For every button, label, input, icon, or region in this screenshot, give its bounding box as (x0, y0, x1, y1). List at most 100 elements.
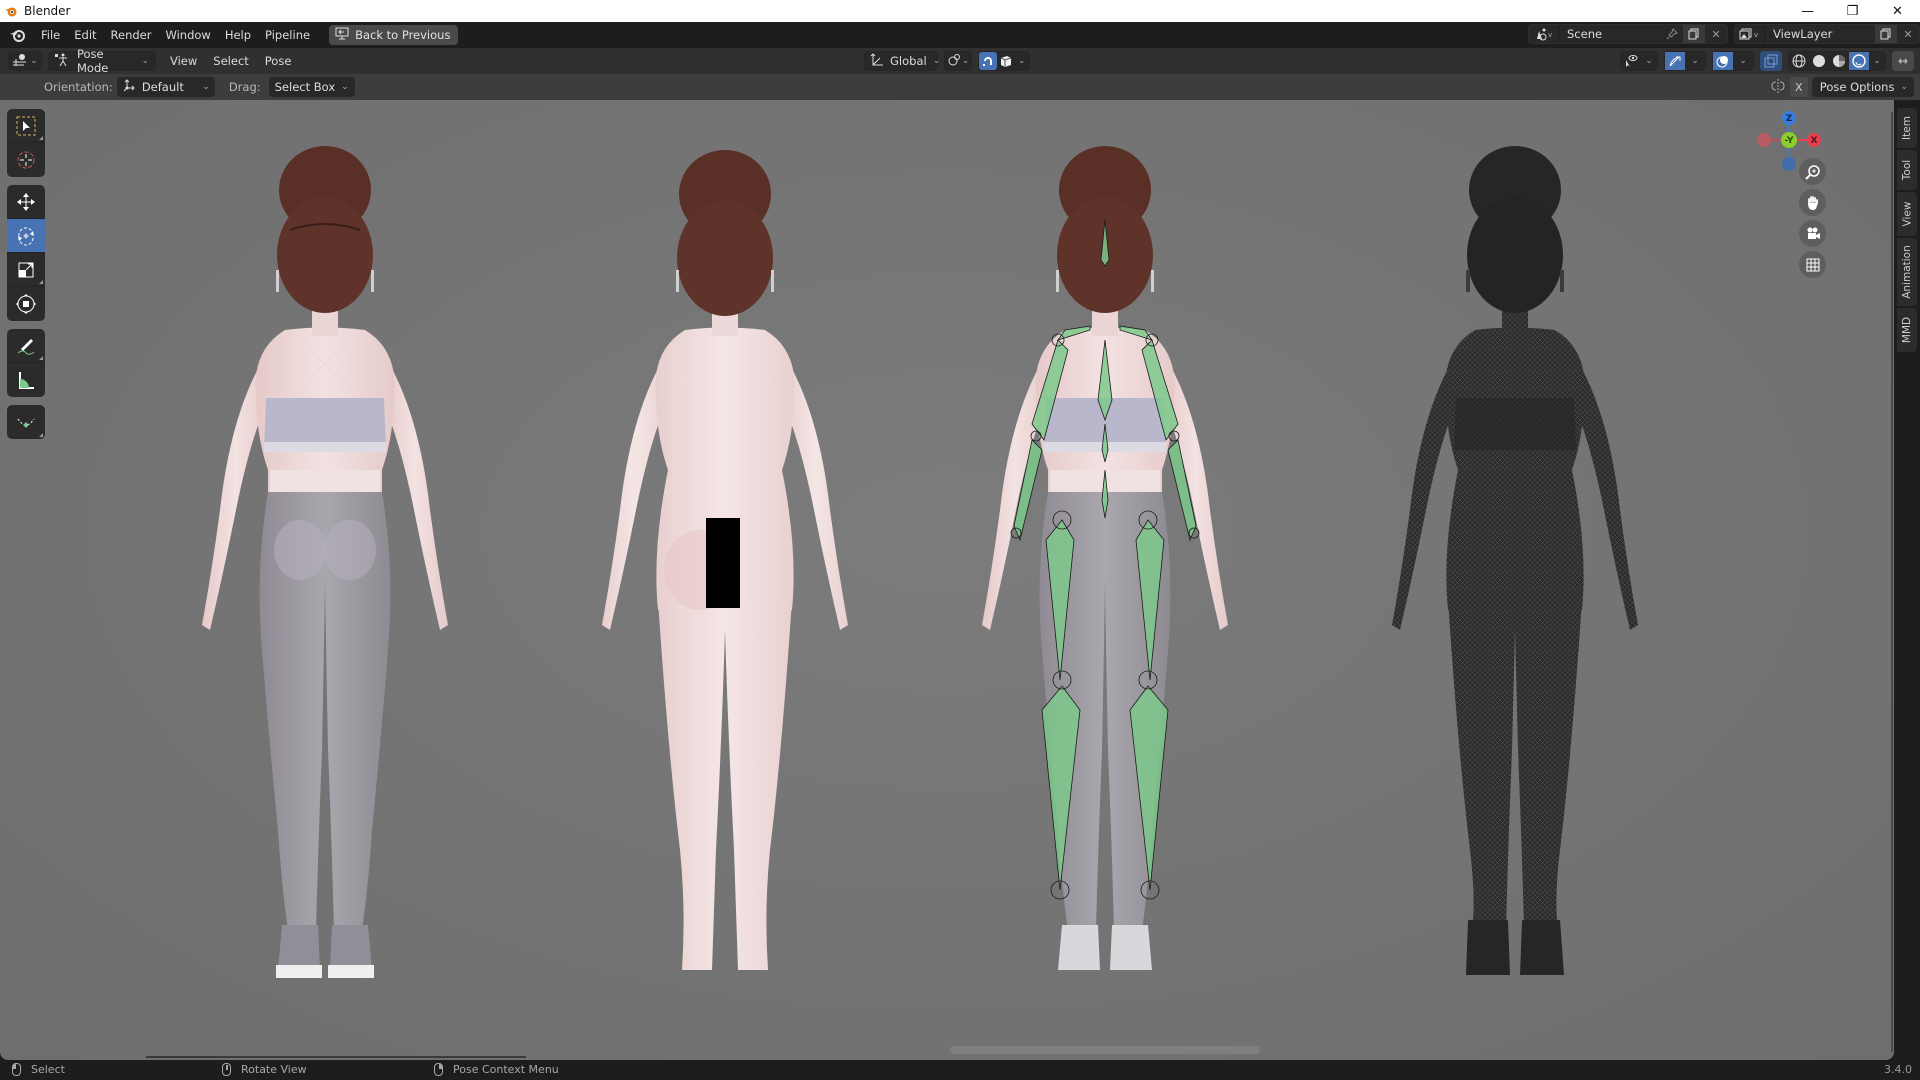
move-icon (17, 192, 35, 211)
zoom-button[interactable] (1799, 158, 1826, 185)
scale-tool[interactable] (7, 253, 45, 287)
tab-item[interactable]: Item (1897, 108, 1917, 148)
blender-logo-icon[interactable] (8, 25, 28, 45)
status-left-click-label: Select (31, 1063, 65, 1076)
viewport-scroll-indicator[interactable] (950, 1046, 1260, 1054)
transform-tool[interactable] (7, 287, 45, 321)
new-view-layer-button[interactable] (1875, 25, 1897, 43)
gizmo-toggle[interactable]: ⌄ (1664, 51, 1706, 71)
perspective-toggle-button[interactable] (1799, 251, 1826, 278)
pan-button[interactable] (1799, 189, 1826, 216)
pose-options-label: Pose Options (1819, 80, 1895, 94)
menu-edit[interactable]: Edit (67, 24, 103, 46)
wireframe-shading-button[interactable] (1789, 52, 1809, 70)
chevron-down-icon[interactable]: ⌄ (1015, 52, 1029, 70)
annotate-icon (17, 338, 35, 355)
chevron-down-icon: ⌄ (1691, 56, 1699, 66)
3d-viewport[interactable]: Z X -Y (0, 100, 1894, 1060)
solid-sphere-icon (1813, 55, 1825, 67)
rigged-figure[interactable] (970, 130, 1240, 1050)
delete-view-layer-button[interactable]: ✕ (1897, 25, 1919, 43)
xray-toggle[interactable] (1760, 51, 1782, 71)
delete-scene-button[interactable]: ✕ (1705, 25, 1727, 43)
chevron-down-icon[interactable]: ⌄ (1869, 52, 1885, 70)
solid-shading-button[interactable] (1809, 52, 1829, 70)
camera-view-button[interactable] (1799, 220, 1826, 247)
horizontal-scrollbar[interactable] (146, 1056, 526, 1058)
top-menubar: File Edit Render Window Help Pipeline Ba… (0, 22, 1920, 48)
status-middle-click: Rotate View (222, 1063, 307, 1076)
pin-icon[interactable] (1661, 25, 1683, 43)
measure-tool[interactable] (7, 363, 45, 397)
tab-view-label: View (1901, 201, 1914, 227)
bend-tool[interactable] (7, 405, 45, 439)
menu-render[interactable]: Render (104, 24, 159, 46)
menu-select[interactable]: Select (205, 54, 256, 68)
sidebar-splitter[interactable] (1891, 112, 1893, 1052)
annotate-tool[interactable] (7, 329, 45, 363)
camera-icon (1807, 227, 1820, 239)
axis-z-label: Z (1786, 114, 1793, 124)
close-button[interactable]: ✕ (1875, 0, 1920, 22)
tab-tool[interactable]: Tool (1897, 150, 1917, 190)
status-right-click-label: Pose Context Menu (453, 1063, 559, 1076)
snap-target-selector[interactable] (997, 52, 1015, 70)
menu-file[interactable]: File (34, 24, 67, 46)
tab-mmd[interactable]: MMD (1897, 308, 1917, 352)
selectability-visibility[interactable]: ⌄ (1620, 51, 1658, 71)
drag-dropdown[interactable]: Select Box ⌄ (268, 77, 355, 97)
screen-back-icon (335, 27, 349, 43)
maximize-button[interactable]: ❐ (1830, 0, 1875, 22)
move-tool[interactable] (7, 185, 45, 219)
scene-name[interactable]: Scene (1559, 27, 1661, 41)
select-box-tool[interactable] (7, 109, 45, 143)
material-preview-button[interactable] (1829, 52, 1849, 70)
pivot-point-selector[interactable]: ⌄ (944, 51, 972, 71)
mouse-right-icon (434, 1063, 443, 1076)
tab-view[interactable]: View (1897, 192, 1917, 236)
toggle-sidebar-button[interactable]: ↔ (1892, 51, 1914, 71)
scene-selector[interactable]: v Scene ✕ (1528, 24, 1728, 44)
tab-item-label: Item (1901, 116, 1913, 140)
orientation-icon (870, 52, 884, 70)
menu-view[interactable]: View (162, 54, 205, 68)
back-to-previous-button[interactable]: Back to Previous (329, 25, 459, 45)
clothed-figure[interactable] (190, 130, 460, 1050)
os-titlebar: Blender — ❐ ✕ (0, 0, 1920, 22)
chevron-down-icon: ⌄ (1739, 56, 1747, 66)
axis-y-label: -Y (1785, 136, 1794, 146)
pose-options-dropdown[interactable]: Pose Options ⌄ (1811, 77, 1914, 97)
new-scene-button[interactable] (1683, 25, 1705, 43)
mouse-middle-icon (222, 1063, 231, 1076)
mode-selector[interactable]: Pose Mode ⌄ (48, 47, 156, 75)
restore-icon: ❐ (1846, 3, 1859, 19)
menu-help[interactable]: Help (218, 24, 258, 46)
eye-pointer-icon (1621, 52, 1641, 70)
view-layer-name[interactable]: ViewLayer (1765, 27, 1875, 41)
body-figure[interactable] (590, 130, 860, 1050)
orientation-dropdown[interactable]: Default ⌄ (116, 77, 215, 97)
mirror-icon (1770, 78, 1786, 96)
rotate-tool[interactable] (7, 219, 45, 253)
chevron-down-icon: ⌄ (961, 56, 970, 66)
navigation-buttons (1799, 158, 1826, 278)
view-layer-selector[interactable]: v ViewLayer ✕ (1734, 24, 1920, 44)
3d-viewport-icon (12, 53, 28, 70)
status-bar: Select Rotate View Pose Context Menu 3.4… (0, 1060, 1920, 1080)
menu-pose[interactable]: Pose (257, 54, 300, 68)
tab-animation[interactable]: Animation (1897, 238, 1917, 306)
menu-window[interactable]: Window (158, 24, 217, 46)
x-mirror-toggle[interactable]: X (1789, 77, 1808, 97)
minimize-button[interactable]: — (1785, 0, 1830, 22)
cursor-tool[interactable] (7, 143, 45, 177)
transform-orientation-selector[interactable]: Global ⌄ (864, 51, 940, 71)
measure-icon (19, 372, 34, 389)
drag-value: Select Box (274, 80, 336, 94)
wireframe-figure[interactable] (1380, 130, 1650, 1050)
rendered-shading-button[interactable] (1849, 52, 1869, 70)
overlays-toggle[interactable]: ⌄ (1712, 51, 1754, 71)
snap-toggle[interactable] (979, 52, 997, 70)
version-label: 3.4.0 (1884, 1063, 1912, 1076)
menu-pipeline[interactable]: Pipeline (258, 24, 317, 46)
editor-type-selector[interactable]: ⌄ (8, 51, 42, 71)
